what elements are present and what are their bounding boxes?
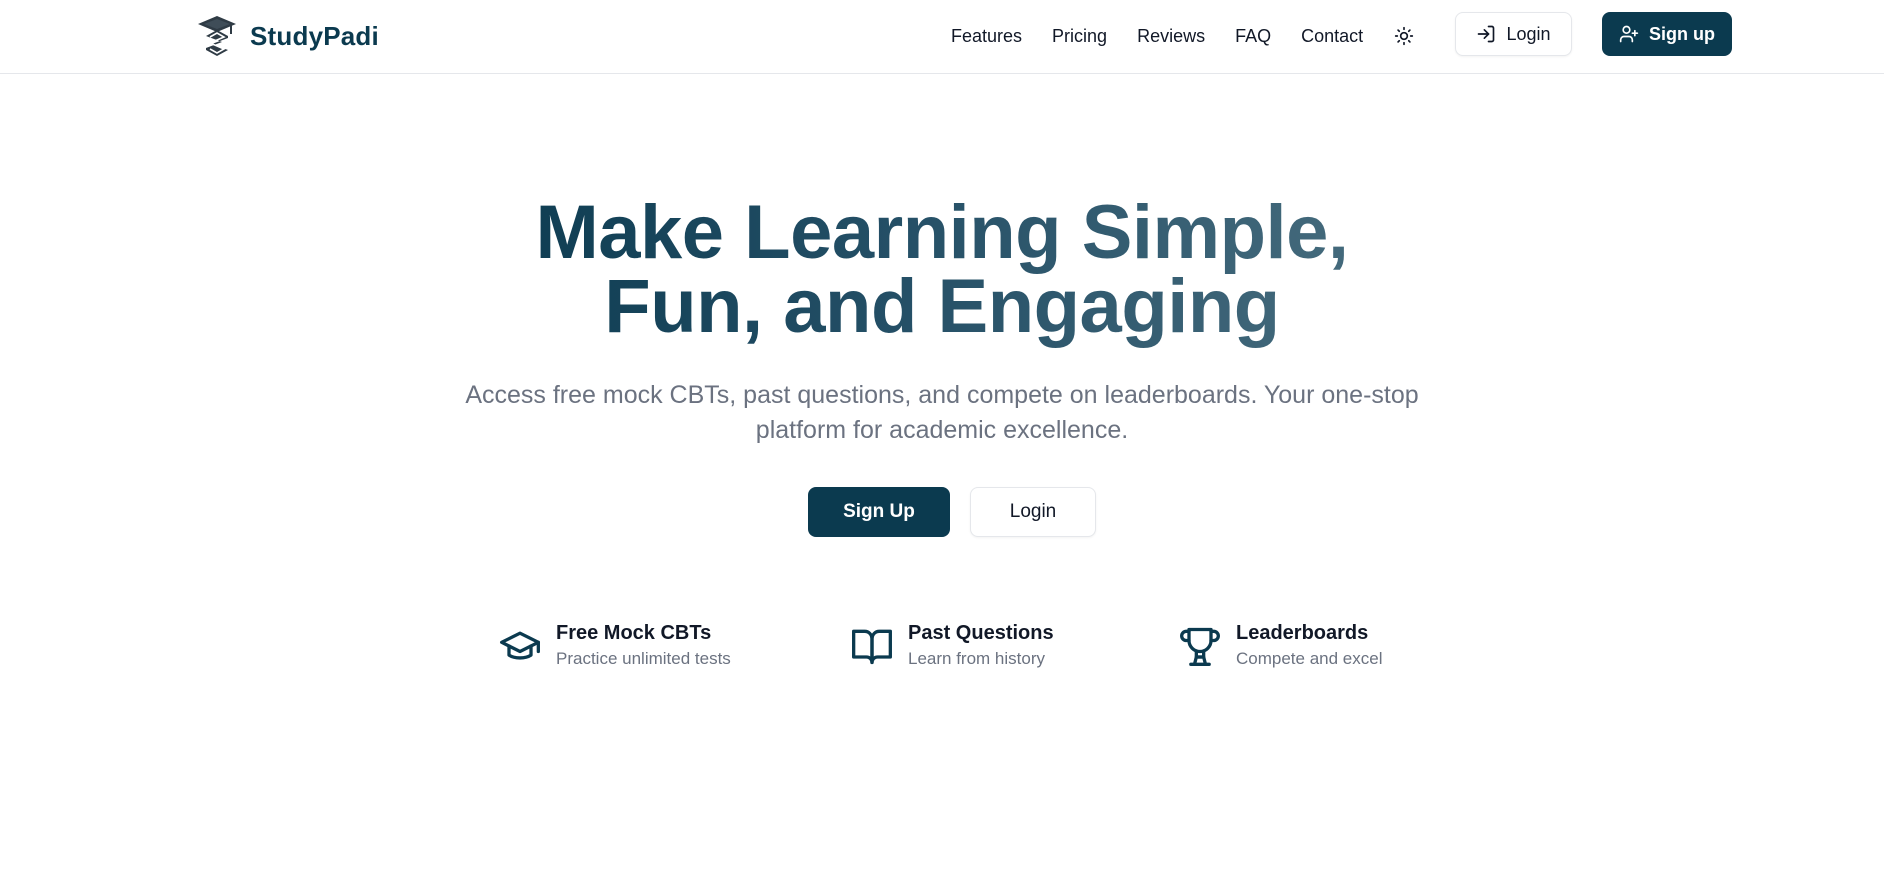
header-login-label: Login xyxy=(1506,23,1551,44)
nav-link-faq[interactable]: FAQ xyxy=(1235,26,1271,47)
hero-login-button[interactable]: Login xyxy=(970,487,1096,537)
login-icon xyxy=(1478,25,1495,43)
hero-title-line-2: Fun, and Engaging xyxy=(604,264,1280,348)
hero-signup-button[interactable]: Sign Up xyxy=(808,487,950,537)
open-book-icon xyxy=(852,629,892,665)
feature-description: Learn from history xyxy=(908,649,1045,668)
header-signup-button[interactable]: Sign up xyxy=(1602,12,1732,56)
feature-title: Leaderboards xyxy=(1236,622,1369,644)
feature-past-questions: Past Questions Learn from history xyxy=(850,620,1054,676)
top-header: StudyPadi Features Pricing Reviews FAQ C… xyxy=(0,0,1884,74)
main-nav: Features Pricing Reviews FAQ Contact xyxy=(951,22,1393,50)
brand-name: StudyPadi xyxy=(250,20,379,51)
hero-subtitle: Access free mock CBTs, past questions, a… xyxy=(465,381,1419,444)
nav-link-pricing[interactable]: Pricing xyxy=(1052,26,1107,47)
nav-link-features[interactable]: Features xyxy=(951,26,1022,47)
feature-free-mock-cbts: Free Mock CBTs Practice unlimited tests xyxy=(498,620,731,676)
feature-description: Compete and excel xyxy=(1236,649,1383,668)
header-signup-label: Sign up xyxy=(1649,23,1715,44)
graduation-cap-icon xyxy=(500,631,540,660)
feature-title: Past Questions xyxy=(908,622,1054,644)
nav-link-contact[interactable]: Contact xyxy=(1301,26,1363,47)
header-login-button[interactable]: Login xyxy=(1455,12,1572,56)
hero-title: Make Learning Simple, Fun, and Engaging xyxy=(442,196,1442,348)
theme-toggle-button[interactable] xyxy=(1390,22,1418,50)
feature-leaderboards: Leaderboards Compete and excel xyxy=(1178,620,1382,676)
feature-title: Free Mock CBTs xyxy=(556,622,712,644)
studypadi-logo-icon xyxy=(198,16,236,56)
brand-link[interactable]: StudyPadi xyxy=(196,12,379,60)
user-plus-icon xyxy=(1619,25,1639,43)
sun-icon xyxy=(1394,26,1414,46)
feature-description: Practice unlimited tests xyxy=(556,649,731,668)
nav-link-reviews[interactable]: Reviews xyxy=(1137,26,1205,47)
trophy-icon xyxy=(1180,627,1220,666)
